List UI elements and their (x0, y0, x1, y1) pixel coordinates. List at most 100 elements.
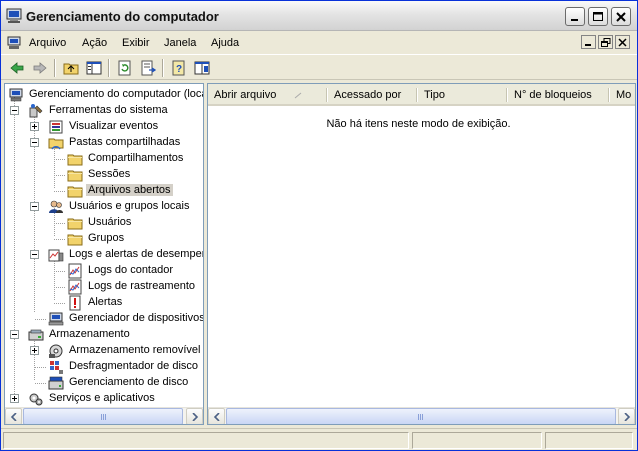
tree-item-label: Logs do contador (88, 264, 174, 276)
scroll-thumb[interactable] (226, 408, 616, 424)
folder-icon (67, 218, 83, 230)
collapse-toggle[interactable] (30, 250, 39, 259)
scroll-right-button[interactable] (618, 408, 635, 424)
removable-storage-icon (49, 344, 63, 358)
performance-logs-icon (48, 249, 64, 262)
sort-arrow-icon (294, 92, 302, 99)
tree-connector-line (14, 96, 15, 396)
details-pane[interactable]: Abrir arquivo Acessado por Tipo N° de bl… (207, 83, 636, 425)
disk-management-icon (48, 376, 64, 390)
event-viewer-icon (49, 120, 63, 134)
tree-item-label: Usuários (88, 216, 132, 228)
menu-ajuda[interactable]: Ajuda (211, 37, 239, 49)
scroll-left-button[interactable] (208, 408, 225, 424)
chevron-right-icon (192, 413, 199, 421)
tree-connector-line (54, 287, 65, 288)
tree-horizontal-scrollbar[interactable] (5, 407, 203, 424)
tree-item-label: Alertas (88, 296, 123, 308)
services-icon (29, 393, 43, 406)
properties-button[interactable] (192, 58, 212, 78)
scroll-thumb[interactable] (23, 408, 183, 424)
forward-button[interactable] (30, 58, 50, 78)
collapse-toggle[interactable] (10, 106, 19, 115)
expand-toggle[interactable] (30, 122, 39, 131)
refresh-button[interactable] (115, 58, 135, 78)
expand-toggle[interactable] (30, 346, 39, 355)
empty-list-message: Não há itens neste modo de exibição. (326, 118, 511, 130)
collapse-toggle[interactable] (30, 138, 39, 147)
menu-janela[interactable]: Janela (164, 37, 196, 49)
status-panel-main (3, 432, 409, 449)
tree-item-label: Logs e alertas de desempenho (69, 248, 203, 260)
tree-connector-line (35, 367, 46, 368)
expand-toggle[interactable] (10, 394, 19, 403)
column-header-acessado-por[interactable]: Acessado por (328, 84, 418, 105)
forward-arrow-icon (33, 62, 47, 74)
maximize-button[interactable] (588, 7, 608, 26)
menu-acao[interactable]: Ação (82, 37, 107, 49)
app-window: Gerenciamento do computador Arquivo Ação… (0, 0, 638, 451)
column-header-tipo[interactable]: Tipo (418, 84, 508, 105)
toolbar-separator (54, 59, 56, 77)
chevron-right-icon (624, 413, 631, 421)
back-button[interactable] (7, 58, 27, 78)
up-folder-icon (63, 63, 79, 75)
close-button[interactable] (611, 7, 631, 26)
tree-item-label: Gerenciamento de disco (69, 376, 189, 388)
show-hide-tree-button[interactable] (84, 58, 104, 78)
child-close-button[interactable] (615, 35, 630, 49)
title-bar[interactable]: Gerenciamento do computador (1, 1, 637, 31)
scroll-right-button[interactable] (186, 408, 203, 424)
close-icon (618, 38, 627, 47)
console-tree[interactable]: Gerenciamento do computador (local) Ferra… (4, 83, 204, 425)
scroll-left-button[interactable] (5, 408, 22, 424)
help-button[interactable]: ? (169, 58, 189, 78)
storage-icon (28, 329, 44, 341)
tree-connector-line (54, 159, 65, 160)
minimize-icon (571, 19, 578, 21)
list-horizontal-scrollbar[interactable] (208, 407, 635, 424)
folder-icon (67, 186, 83, 198)
menu-exibir[interactable]: Exibir (122, 37, 150, 49)
tree-item-label: Ferramentas do sistema (49, 104, 168, 116)
menu-bar: Arquivo Ação Exibir Janela Ajuda (1, 32, 637, 54)
refresh-icon (118, 60, 131, 76)
shared-folder-icon (48, 138, 64, 150)
device-manager-icon (48, 312, 64, 326)
document-window-icon[interactable] (7, 36, 22, 50)
users-icon (49, 200, 63, 213)
restore-icon (601, 38, 611, 47)
tree-item-label: Sessões (88, 168, 131, 180)
menu-arquivo[interactable]: Arquivo (29, 37, 66, 49)
column-header-abrir-arquivo[interactable]: Abrir arquivo (208, 84, 328, 105)
export-list-button[interactable] (138, 58, 158, 78)
child-minimize-button[interactable] (581, 35, 596, 49)
collapse-toggle[interactable] (10, 330, 19, 339)
tree-item-label: Compartilhamentos (88, 152, 184, 164)
alert-icon (69, 295, 81, 311)
computer-management-icon (6, 8, 22, 23)
tree-item-label: Armazenamento removível (69, 344, 201, 356)
tree-item-label: Usuários e grupos locais (69, 200, 190, 212)
minimize-button[interactable] (565, 7, 585, 26)
chart-icon (68, 279, 82, 295)
computer-icon (9, 88, 23, 102)
minimize-icon (585, 44, 591, 46)
up-one-level-button[interactable] (61, 58, 81, 78)
tree-connector-line (35, 319, 46, 320)
toolbar-separator (108, 59, 110, 77)
tree-item-label: Gerenciador de dispositivos (69, 312, 204, 324)
column-header-modo[interactable]: Mo (610, 84, 635, 105)
status-panel-3 (545, 432, 633, 449)
tree-item-label: Gerenciamento do computador (local) (29, 88, 204, 100)
tree-item-label: Pastas compartilhadas (69, 136, 181, 148)
properties-icon (194, 61, 210, 75)
toolbar-separator (162, 59, 164, 77)
child-restore-button[interactable] (598, 35, 613, 49)
toolbar: ? (1, 54, 637, 80)
defrag-icon (50, 361, 63, 374)
close-icon (616, 12, 626, 22)
column-header-bloqueios[interactable]: N° de bloqueios (508, 84, 610, 105)
collapse-toggle[interactable] (30, 202, 39, 211)
back-arrow-icon (10, 62, 24, 74)
